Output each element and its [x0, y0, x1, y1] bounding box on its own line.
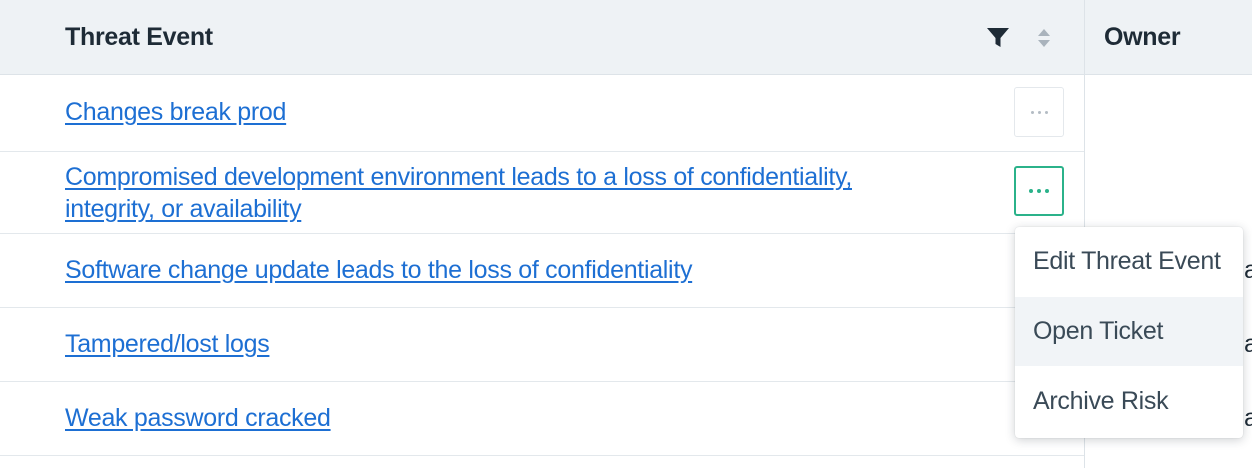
more-options-button-active[interactable] — [1014, 166, 1064, 216]
filter-icon[interactable] — [986, 27, 1010, 49]
threat-event-link-line2: integrity, or availability — [65, 195, 302, 223]
owner-cell-text: a — [1244, 404, 1252, 432]
owner-cell-text: a — [1244, 256, 1252, 284]
table-row: Software change update leads to the loss… — [0, 234, 1084, 308]
threat-table: Threat Event Owner Changes break prod Co… — [0, 0, 1252, 468]
menu-item-archive-risk[interactable]: Archive Risk — [1015, 367, 1243, 436]
column-header-owner[interactable]: Owner — [1104, 23, 1181, 52]
threat-event-link[interactable]: Tampered/lost logs — [65, 328, 270, 360]
table-row: Changes break prod — [0, 75, 1084, 152]
table-row: Compromised development environment lead… — [0, 152, 1084, 234]
table-row: Weak password cracked — [0, 382, 1084, 456]
sort-icon[interactable] — [1037, 27, 1051, 49]
table-row: Tampered/lost logs — [0, 308, 1084, 382]
more-options-button[interactable] — [1014, 87, 1064, 137]
threat-event-link[interactable]: Software change update leads to the loss… — [65, 254, 692, 286]
more-options-icon — [1029, 189, 1033, 193]
menu-item-open-ticket[interactable]: Open Ticket — [1015, 297, 1243, 366]
threat-event-link[interactable]: Weak password cracked — [65, 402, 331, 434]
row-actions-menu: Edit Threat Event Open Ticket Archive Ri… — [1015, 227, 1243, 438]
threat-event-link[interactable]: Compromised development environment lead… — [65, 161, 852, 225]
more-options-icon — [1030, 110, 1034, 114]
owner-cell-text: a — [1244, 330, 1252, 358]
threat-event-link[interactable]: Changes break prod — [65, 96, 286, 128]
menu-item-edit-threat-event[interactable]: Edit Threat Event — [1015, 227, 1243, 296]
threat-event-link-line1: Compromised development environment lead… — [65, 163, 852, 191]
column-header-threat-event[interactable]: Threat Event — [65, 23, 213, 52]
table-header: Threat Event Owner — [0, 0, 1252, 75]
